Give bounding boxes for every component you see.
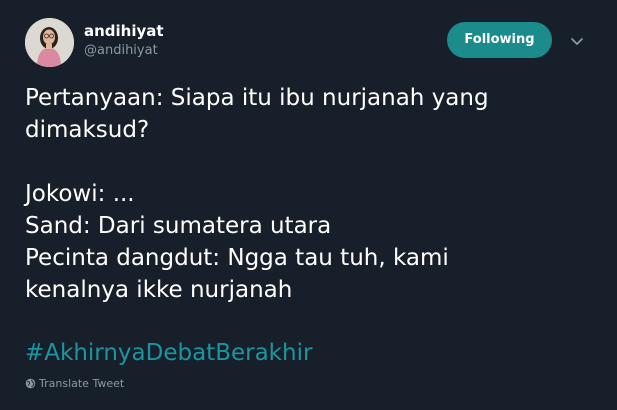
chevron-down-icon xyxy=(571,38,583,45)
following-button[interactable]: Following xyxy=(447,22,552,58)
globe-icon xyxy=(25,378,36,394)
display-name[interactable]: andihiyat xyxy=(84,21,164,41)
user-handle[interactable]: @andihiyat xyxy=(84,42,158,60)
translate-label: Translate Tweet xyxy=(39,377,125,390)
tweet-text: Pertanyaan: Siapa itu ibu nurjanah yang … xyxy=(25,85,489,303)
profile-photo-icon xyxy=(25,18,74,67)
hashtag-link[interactable]: #AkhirnyaDebatBerakhir xyxy=(25,337,312,369)
more-options-button[interactable] xyxy=(566,30,588,52)
translate-tweet-link[interactable]: Translate Tweet xyxy=(25,376,124,394)
tweet-card: andihiyat @andihiyat Following Pertanyaa… xyxy=(0,0,617,410)
avatar[interactable] xyxy=(25,18,74,67)
